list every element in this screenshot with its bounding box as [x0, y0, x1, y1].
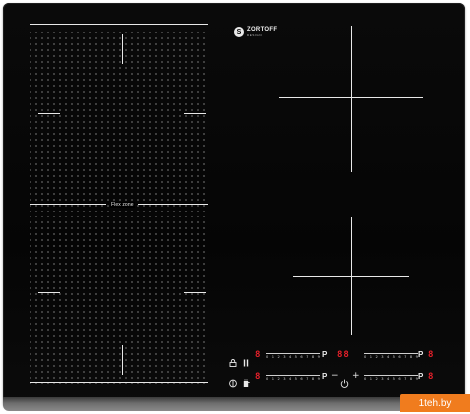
pause-icon[interactable]	[243, 352, 249, 367]
rear-left-power-slider[interactable]: 0123456789	[266, 375, 320, 383]
touch-control-panel: 8 0123456789 P 88 0123456789 P 8 8 01234…	[0, 0, 470, 414]
power-icon[interactable]	[340, 373, 349, 388]
pan-icon[interactable]	[243, 373, 250, 387]
front-right-boost-button[interactable]: P	[418, 372, 423, 381]
timer-minus-button[interactable]: −	[331, 371, 339, 381]
slider-scale: 0123456789	[266, 377, 320, 381]
front-right-level-display: 8	[428, 372, 434, 382]
lock-icon[interactable]	[229, 352, 237, 367]
slider-track	[266, 353, 320, 354]
front-left-power-slider[interactable]: 0123456789	[266, 353, 320, 361]
rear-left-level-display: 8	[255, 372, 261, 382]
slider-track	[364, 353, 418, 354]
slider-track	[266, 375, 320, 376]
bridge-icon[interactable]	[229, 373, 237, 388]
rear-right-power-slider[interactable]: 0123456789	[364, 353, 418, 361]
front-left-boost-button[interactable]: P	[322, 350, 327, 359]
front-left-level-display: 8	[255, 350, 261, 360]
rear-right-boost-button[interactable]: P	[418, 350, 423, 359]
rear-left-boost-button[interactable]: P	[322, 372, 327, 381]
slider-scale: 0123456789	[266, 355, 320, 359]
slider-scale: 0123456789	[364, 355, 418, 359]
rear-right-level-display: 8	[428, 350, 434, 360]
front-right-power-slider[interactable]: 0123456789	[364, 375, 418, 383]
timer-plus-button[interactable]: +	[352, 371, 360, 381]
watermark-badge: 1teh.by	[400, 394, 470, 412]
slider-track	[364, 375, 418, 376]
slider-scale: 0123456789	[364, 377, 418, 381]
timer-display: 88	[337, 350, 350, 360]
watermark-text: 1teh.by	[418, 397, 452, 409]
